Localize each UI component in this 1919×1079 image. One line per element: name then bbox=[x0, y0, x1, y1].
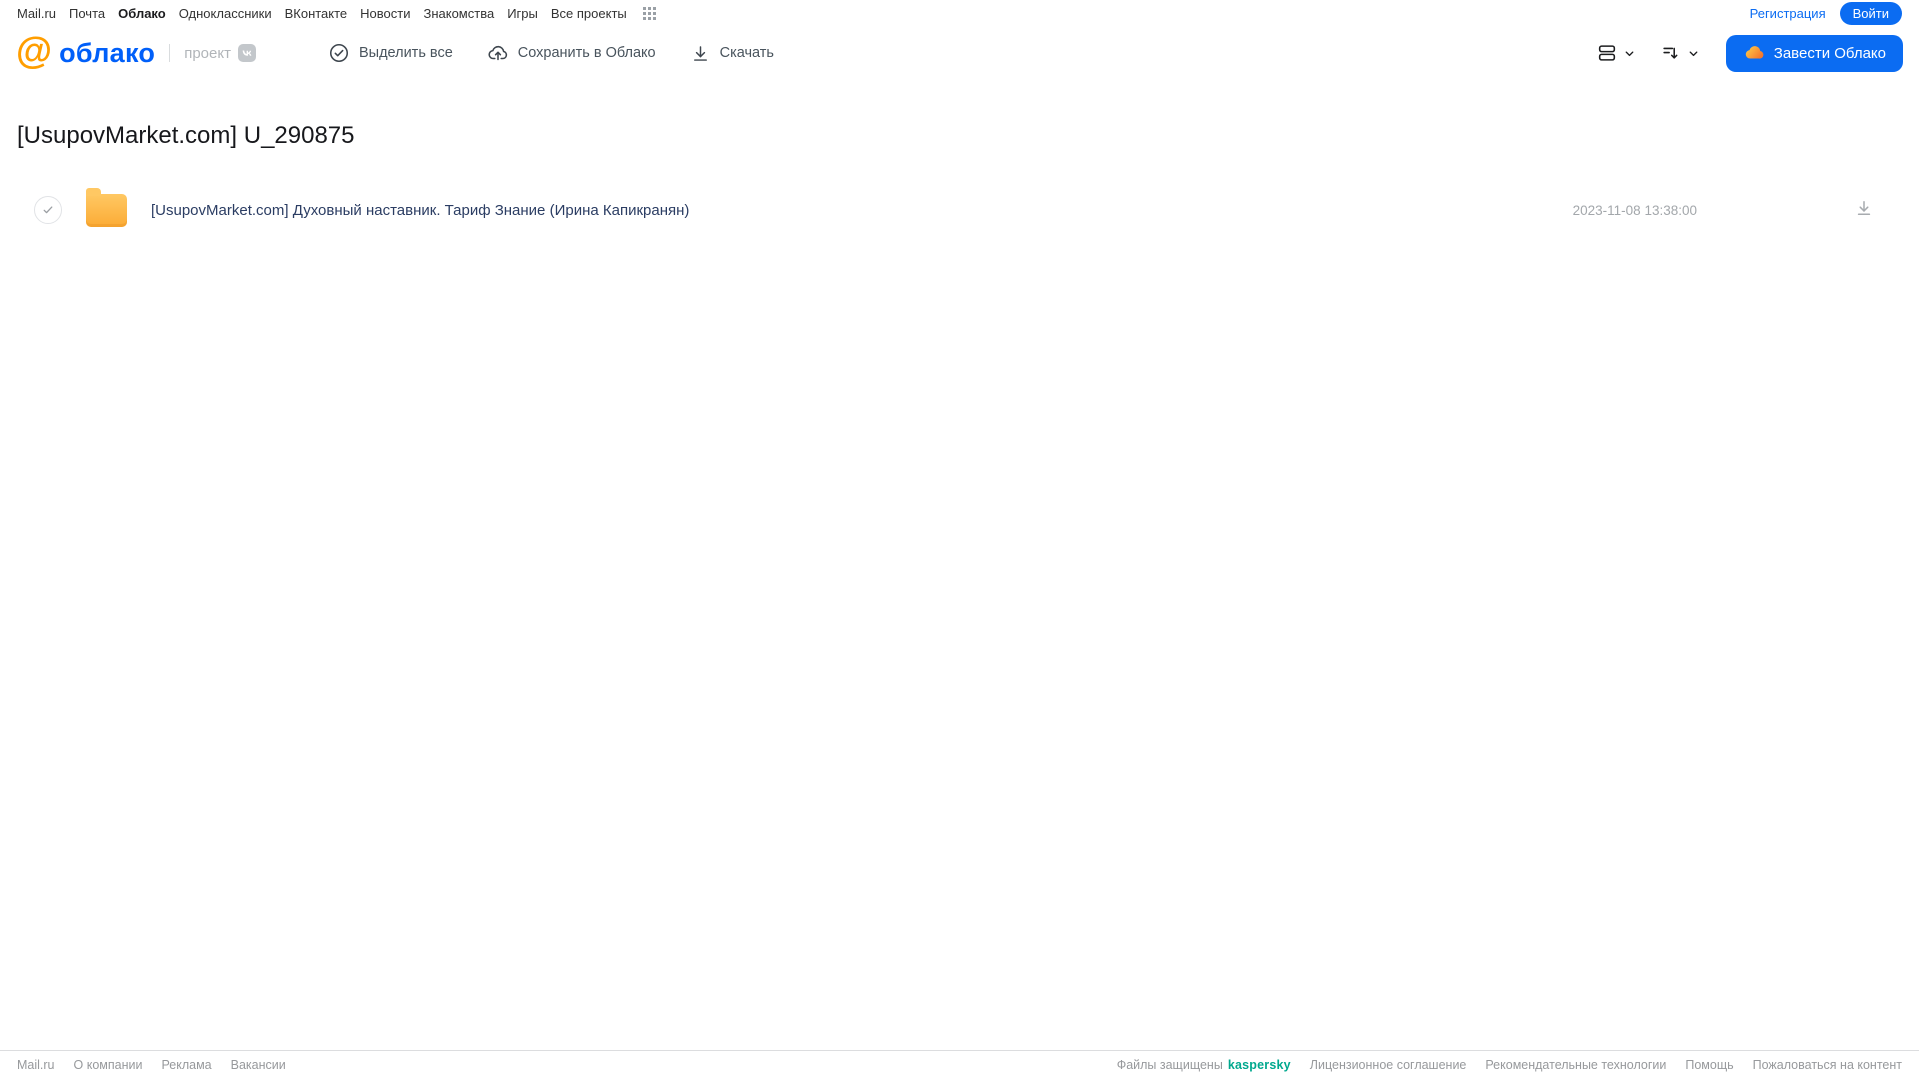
download-label: Скачать bbox=[719, 45, 774, 61]
footer-link-help[interactable]: Помощь bbox=[1685, 1058, 1733, 1072]
sort-icon bbox=[1663, 47, 1678, 59]
save-to-cloud-label: Сохранить в Облако bbox=[517, 45, 656, 61]
save-to-cloud-button[interactable]: Сохранить в Облако bbox=[487, 42, 656, 64]
footer-right-links: Файлы защищены kaspersky Лицензионное со… bbox=[1117, 1058, 1902, 1072]
sort-selector[interactable] bbox=[1660, 42, 1700, 64]
footer-link-report-content[interactable]: Пожаловаться на контент bbox=[1753, 1058, 1902, 1072]
download-icon bbox=[693, 45, 707, 61]
portal-link-mailru[interactable]: Mail.ru bbox=[17, 6, 56, 21]
kaspersky-link[interactable]: kaspersky bbox=[1228, 1058, 1291, 1072]
get-cloud-label: Завести Облако bbox=[1773, 44, 1886, 62]
footer-link-license[interactable]: Лицензионное соглашение bbox=[1310, 1058, 1467, 1072]
file-row[interactable]: [UsupovMarket.com] Духовный наставник. Т… bbox=[17, 187, 1902, 232]
protected-by-label: Файлы защищены bbox=[1116, 1058, 1223, 1072]
download-button[interactable]: Скачать bbox=[690, 43, 774, 64]
cloud-header: @ облако проект Выделить все Сохранить в… bbox=[0, 27, 1919, 79]
select-all-button[interactable]: Выделить все bbox=[328, 42, 453, 64]
portal-nav: Mail.ru Почта Облако Одноклассники ВКонт… bbox=[0, 0, 1919, 27]
portal-link-dating[interactable]: Знакомства bbox=[423, 6, 494, 21]
portal-link-vkontakte[interactable]: ВКонтакте bbox=[285, 6, 348, 21]
footer-link-mailru[interactable]: Mail.ru bbox=[17, 1058, 55, 1072]
folder-icon bbox=[86, 187, 127, 227]
vk-badge-icon bbox=[237, 44, 256, 62]
check-icon bbox=[43, 206, 53, 214]
cloud-public-page: { "portal_nav": { "items": ["Mail.ru", "… bbox=[0, 0, 1919, 1079]
footer-link-recommendation-tech[interactable]: Рекомендательные технологии bbox=[1485, 1058, 1666, 1072]
cloud-icon bbox=[1745, 46, 1764, 59]
get-cloud-button[interactable]: Завести Облако bbox=[1725, 34, 1903, 72]
cloud-logo-text: облако bbox=[59, 37, 156, 68]
select-all-label: Выделить все bbox=[358, 45, 453, 61]
portal-link-games[interactable]: Игры bbox=[507, 6, 538, 21]
mailru-at-icon: @ bbox=[16, 30, 53, 71]
portal-nav-right: Регистрация Войти bbox=[1750, 2, 1902, 25]
project-label-group: проект bbox=[169, 44, 256, 62]
row-checkbox[interactable] bbox=[34, 196, 62, 224]
file-list: [UsupovMarket.com] Духовный наставник. Т… bbox=[17, 187, 1902, 232]
view-mode-icon bbox=[1598, 45, 1615, 61]
chevron-down-icon bbox=[1689, 50, 1698, 56]
portal-link-mail[interactable]: Почта bbox=[69, 6, 105, 21]
page-footer: Mail.ru О компании Реклама Вакансии Файл… bbox=[0, 1050, 1919, 1079]
footer-link-jobs[interactable]: Вакансии bbox=[231, 1058, 286, 1072]
portal-link-news[interactable]: Новости bbox=[360, 6, 410, 21]
chevron-down-icon bbox=[1625, 50, 1634, 56]
login-button[interactable]: Войти bbox=[1839, 2, 1902, 25]
footer-link-ads[interactable]: Реклама bbox=[161, 1058, 211, 1072]
header-right-controls: Завести Облако bbox=[1596, 34, 1903, 72]
registration-link[interactable]: Регистрация bbox=[1750, 6, 1826, 21]
view-mode-selector[interactable] bbox=[1596, 42, 1636, 64]
file-name-link[interactable]: [UsupovMarket.com] Духовный наставник. Т… bbox=[151, 202, 1573, 219]
footer-left-links: Mail.ru О компании Реклама Вакансии bbox=[17, 1058, 286, 1072]
cloud-upload-icon bbox=[488, 45, 507, 61]
check-circle-icon bbox=[329, 43, 349, 63]
portal-link-odnoklassniki[interactable]: Одноклассники bbox=[179, 6, 272, 21]
file-modified-date: 2023-11-08 13:38:00 bbox=[1572, 202, 1697, 218]
apps-grid-icon[interactable] bbox=[642, 6, 657, 21]
kaspersky-protection: Файлы защищены kaspersky bbox=[1117, 1058, 1291, 1072]
cloud-logo[interactable]: @ облако проект bbox=[16, 30, 256, 71]
portal-link-all-projects[interactable]: Все проекты bbox=[551, 6, 627, 21]
page-title: [UsupovMarket.com] U_290875 bbox=[17, 122, 355, 149]
action-toolbar: Выделить все Сохранить в Облако Скачать bbox=[328, 42, 774, 64]
portal-link-cloud-active[interactable]: Облако bbox=[118, 6, 166, 21]
main-content: [UsupovMarket.com] U_290875 [UsupovMarke… bbox=[0, 122, 1919, 232]
row-download-icon[interactable] bbox=[1854, 198, 1874, 223]
footer-link-about[interactable]: О компании bbox=[74, 1058, 143, 1072]
project-label: проект bbox=[184, 44, 231, 62]
